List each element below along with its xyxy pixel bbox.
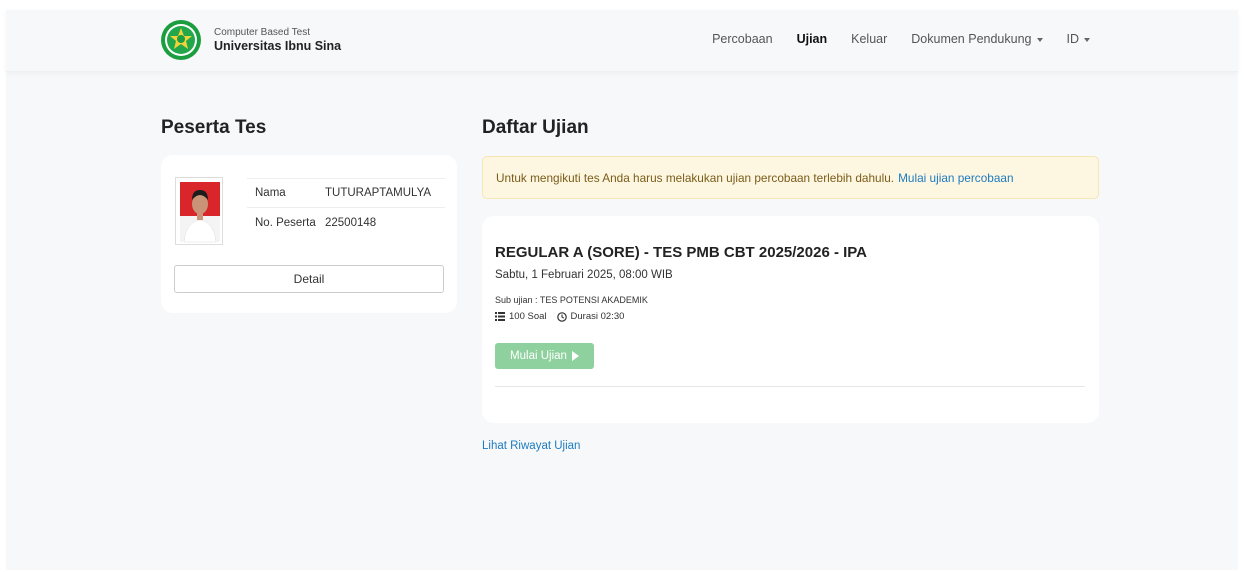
- divider: [495, 386, 1085, 387]
- trial-exam-alert: Untuk mengikuti tes Anda harus melakukan…: [482, 156, 1099, 199]
- exam-history-link[interactable]: Lihat Riwayat Ujian: [482, 440, 580, 452]
- peserta-card: Nama TUTURAPTAMULYA No. Peserta 22500148…: [161, 155, 457, 313]
- play-icon: [571, 351, 579, 361]
- peserta-section-title: Peserta Tes: [161, 117, 267, 138]
- exam-duration: Durasi 02:30: [570, 311, 625, 322]
- detail-button[interactable]: Detail: [174, 265, 444, 293]
- nav-item-language-label: ID: [1066, 32, 1080, 46]
- daftar-section-title: Daftar Ujian: [482, 117, 589, 138]
- nav-item-language[interactable]: ID: [1066, 32, 1090, 46]
- brand-title: Universitas Ibnu Sina: [214, 38, 342, 53]
- name-value: TUTURAPTAMULYA: [325, 187, 432, 199]
- alert-text: Untuk mengikuti tes Anda harus melakukan…: [496, 170, 895, 185]
- brand-subtitle: Computer Based Test: [214, 26, 310, 38]
- name-label: Nama: [255, 187, 286, 199]
- nav-item-dokumen-pendukung[interactable]: Dokumen Pendukung: [911, 32, 1043, 46]
- caret-down-icon: [1084, 37, 1090, 42]
- participant-photo: [180, 182, 220, 243]
- top-navbar: Computer Based Test Universitas Ibnu Sin…: [6, 10, 1238, 72]
- clock-icon: [556, 311, 567, 322]
- university-logo-icon: [161, 20, 201, 60]
- exam-subtest: Sub ujian : TES POTENSI AKADEMIK: [495, 295, 648, 305]
- brand[interactable]: Computer Based Test Universitas Ibnu Sin…: [160, 19, 341, 61]
- start-exam-label: Mulai Ujian: [510, 350, 567, 362]
- exam-questions: 100 Soal: [509, 311, 547, 322]
- nav-item-ujian[interactable]: Ujian: [797, 32, 828, 46]
- exam-card: REGULAR A (SORE) - TES PMB CBT 2025/2026…: [482, 216, 1099, 423]
- number-value: 22500148: [325, 217, 377, 229]
- participant-info: Nama TUTURAPTAMULYA No. Peserta 22500148: [247, 178, 445, 238]
- info-row-name: Nama TUTURAPTAMULYA: [247, 178, 445, 208]
- number-label: No. Peserta: [255, 217, 316, 229]
- exam-title: REGULAR A (SORE) - TES PMB CBT 2025/2026…: [495, 244, 868, 261]
- start-trial-link[interactable]: Mulai ujian percobaan: [898, 171, 1013, 185]
- caret-down-icon: [1036, 37, 1043, 42]
- nav-menu: Percobaan Ujian Keluar Dokumen Pendukung…: [688, 32, 1090, 46]
- avatar: [175, 177, 223, 245]
- exam-meta: 100 Soal Durasi 02:30: [495, 311, 624, 322]
- nav-item-dokumen-label: Dokumen Pendukung: [911, 32, 1032, 46]
- list-icon: [495, 312, 505, 321]
- start-exam-button[interactable]: Mulai Ujian: [495, 343, 594, 369]
- exam-date: Sabtu, 1 Februari 2025, 08:00 WIB: [495, 269, 673, 281]
- nav-item-keluar[interactable]: Keluar: [851, 32, 887, 46]
- page-canvas: Computer Based Test Universitas Ibnu Sin…: [6, 10, 1238, 570]
- info-row-number: No. Peserta 22500148: [247, 208, 445, 238]
- nav-item-percobaan[interactable]: Percobaan: [712, 32, 772, 46]
